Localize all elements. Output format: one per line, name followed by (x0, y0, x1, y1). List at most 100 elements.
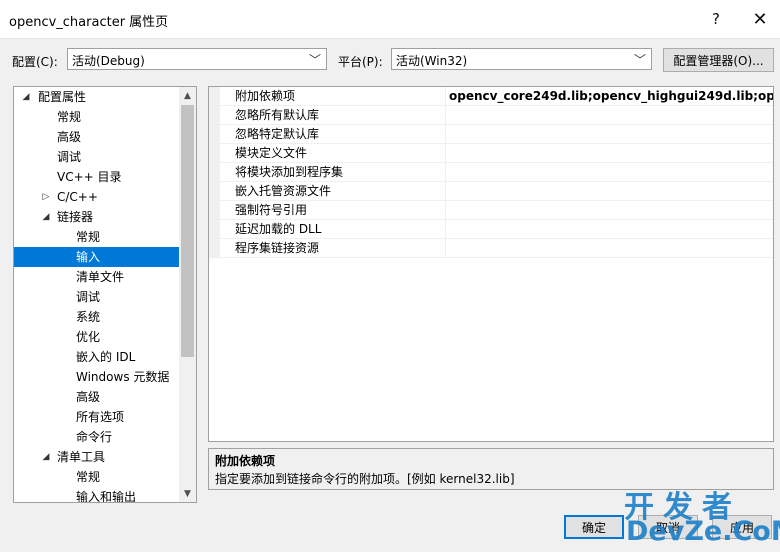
tree-item[interactable]: 常规 (14, 467, 180, 487)
row-gutter (209, 182, 220, 201)
property-row[interactable]: 忽略所有默认库 (209, 106, 773, 125)
configuration-manager-label: 配置管理器(O)... (673, 53, 764, 68)
tree-item-label: VC++ 目录 (57, 170, 122, 184)
property-value[interactable]: opencv_core249d.lib;opencv_highgui249d.l… (449, 87, 773, 106)
property-name: 延迟加载的 DLL (235, 222, 322, 236)
row-gutter (209, 106, 220, 125)
tree-item[interactable]: VC++ 目录 (14, 167, 180, 187)
tree-item[interactable]: 输入 (14, 247, 180, 267)
tree-item-label: 输入和输出 (76, 490, 137, 503)
ok-button[interactable]: 确定 (564, 515, 624, 539)
property-row[interactable]: 附加依赖项 opencv_core249d.lib;opencv_highgui2… (209, 87, 773, 106)
collapse-icon[interactable]: ◢ (40, 447, 52, 467)
scroll-down-icon[interactable]: ▼ (179, 485, 196, 502)
window-title: opencv_character 属性页 (9, 15, 169, 30)
property-grid: 附加依赖项 opencv_core249d.lib;opencv_highgui2… (208, 86, 774, 442)
tree-item[interactable]: Windows 元数据 (14, 367, 180, 387)
tree-item-label: 常规 (57, 110, 82, 124)
tree-item[interactable]: 优化 (14, 327, 180, 347)
column-divider (445, 87, 446, 106)
tree-item[interactable]: 常规 (14, 107, 180, 127)
tree-item-label: Windows 元数据 (76, 370, 170, 384)
column-divider (445, 106, 446, 125)
tree-item[interactable]: 常规 (14, 227, 180, 247)
tree-item-label: 调试 (76, 290, 101, 304)
config-label: 配置(C): (12, 55, 58, 69)
column-divider (445, 239, 446, 258)
property-row[interactable]: 模块定义文件 (209, 144, 773, 163)
tree-item[interactable]: 调试 (14, 147, 180, 167)
help-button[interactable]: ? (701, 6, 731, 32)
property-name: 忽略所有默认库 (235, 108, 320, 122)
row-gutter (209, 201, 220, 220)
tree-item-label: 高级 (76, 390, 101, 404)
tree-item[interactable]: 高级 (14, 127, 180, 147)
property-name: 模块定义文件 (235, 146, 308, 160)
collapse-icon[interactable]: ◢ (40, 207, 52, 227)
property-name: 将模块添加到程序集 (235, 165, 344, 179)
tree-item-label: 清单文件 (76, 270, 125, 284)
tree-item[interactable]: 高级 (14, 387, 180, 407)
configuration-manager-button[interactable]: 配置管理器(O)... (663, 48, 774, 72)
tree-item-label: 输入 (76, 250, 101, 264)
row-gutter (209, 220, 220, 239)
tree-item[interactable]: ◢ 配置属性 (14, 87, 180, 107)
help-icon: ? (712, 10, 720, 28)
tree-item[interactable]: 嵌入的 IDL (14, 347, 180, 367)
tree-item[interactable]: 命令行 (14, 427, 180, 447)
tree-item[interactable]: 所有选项 (14, 407, 180, 427)
close-button[interactable]: ✕ (745, 6, 775, 32)
tree-scrollbar[interactable]: ▲ ▼ (179, 87, 196, 502)
property-name: 忽略特定默认库 (235, 127, 320, 141)
tree-item[interactable]: 调试 (14, 287, 180, 307)
tree-item-label: 所有选项 (76, 410, 125, 424)
row-gutter (209, 239, 220, 258)
property-row[interactable]: 延迟加载的 DLL (209, 220, 773, 239)
property-row[interactable]: 程序集链接资源 (209, 239, 773, 258)
tree-item[interactable]: 清单文件 (14, 267, 180, 287)
description-title: 附加依赖项 (215, 454, 276, 468)
tree-item-label: 常规 (76, 230, 101, 244)
row-gutter (209, 87, 220, 106)
ok-label: 确定 (581, 520, 606, 535)
property-row[interactable]: 嵌入托管资源文件 (209, 182, 773, 201)
tree-item[interactable]: ▷ C/C++ (14, 187, 180, 207)
title-bar: opencv_character 属性页 ? ✕ (0, 0, 780, 39)
tree-item-label: 嵌入的 IDL (76, 350, 136, 364)
tree-item-label: 常规 (76, 470, 101, 484)
tree-item-label: 调试 (57, 150, 82, 164)
scroll-thumb[interactable] (181, 105, 194, 357)
column-divider (445, 220, 446, 239)
config-value: 活动(Debug) (72, 54, 145, 68)
row-gutter (209, 163, 220, 182)
property-row[interactable]: 忽略特定默认库 (209, 125, 773, 144)
close-icon: ✕ (752, 8, 768, 30)
tree-item[interactable]: ◢ 链接器 (14, 207, 180, 227)
property-name: 嵌入托管资源文件 (235, 184, 332, 198)
platform-label: 平台(P): (338, 55, 383, 69)
config-dropdown[interactable]: 活动(Debug) ﹀ (67, 48, 327, 70)
scroll-up-icon[interactable]: ▲ (179, 87, 196, 104)
property-row[interactable]: 强制符号引用 (209, 201, 773, 220)
tree-item[interactable]: 系统 (14, 307, 180, 327)
column-divider (445, 201, 446, 220)
row-gutter (209, 144, 220, 163)
tree-item-label: 链接器 (57, 210, 94, 224)
watermark-en: DevZe.CoM (626, 516, 780, 547)
chevron-down-icon: ﹀ (308, 53, 321, 67)
tree-item-label: 系统 (76, 310, 101, 324)
tree-item[interactable]: ◢ 清单工具 (14, 447, 180, 467)
property-name: 附加依赖项 (235, 89, 296, 103)
tree-item-label: 高级 (57, 130, 82, 144)
column-divider (445, 182, 446, 201)
collapse-icon[interactable]: ◢ (20, 87, 32, 107)
expand-icon[interactable]: ▷ (40, 187, 52, 207)
platform-dropdown[interactable]: 活动(Win32) ﹀ (391, 48, 652, 70)
property-row[interactable]: 将模块添加到程序集 (209, 163, 773, 182)
tree-item-label: C/C++ (57, 190, 98, 204)
platform-value: 活动(Win32) (396, 54, 468, 68)
property-name: 程序集链接资源 (235, 241, 320, 255)
property-tree[interactable]: ◢ 配置属性 常规 高级 调试 VC++ 目录 ▷ C/C++ ◢ 链接器 常规 输入 清单文件 调试 系统… (13, 86, 197, 503)
tree-item[interactable]: 输入和输出 (14, 487, 180, 503)
chevron-down-icon: ﹀ (633, 53, 646, 67)
